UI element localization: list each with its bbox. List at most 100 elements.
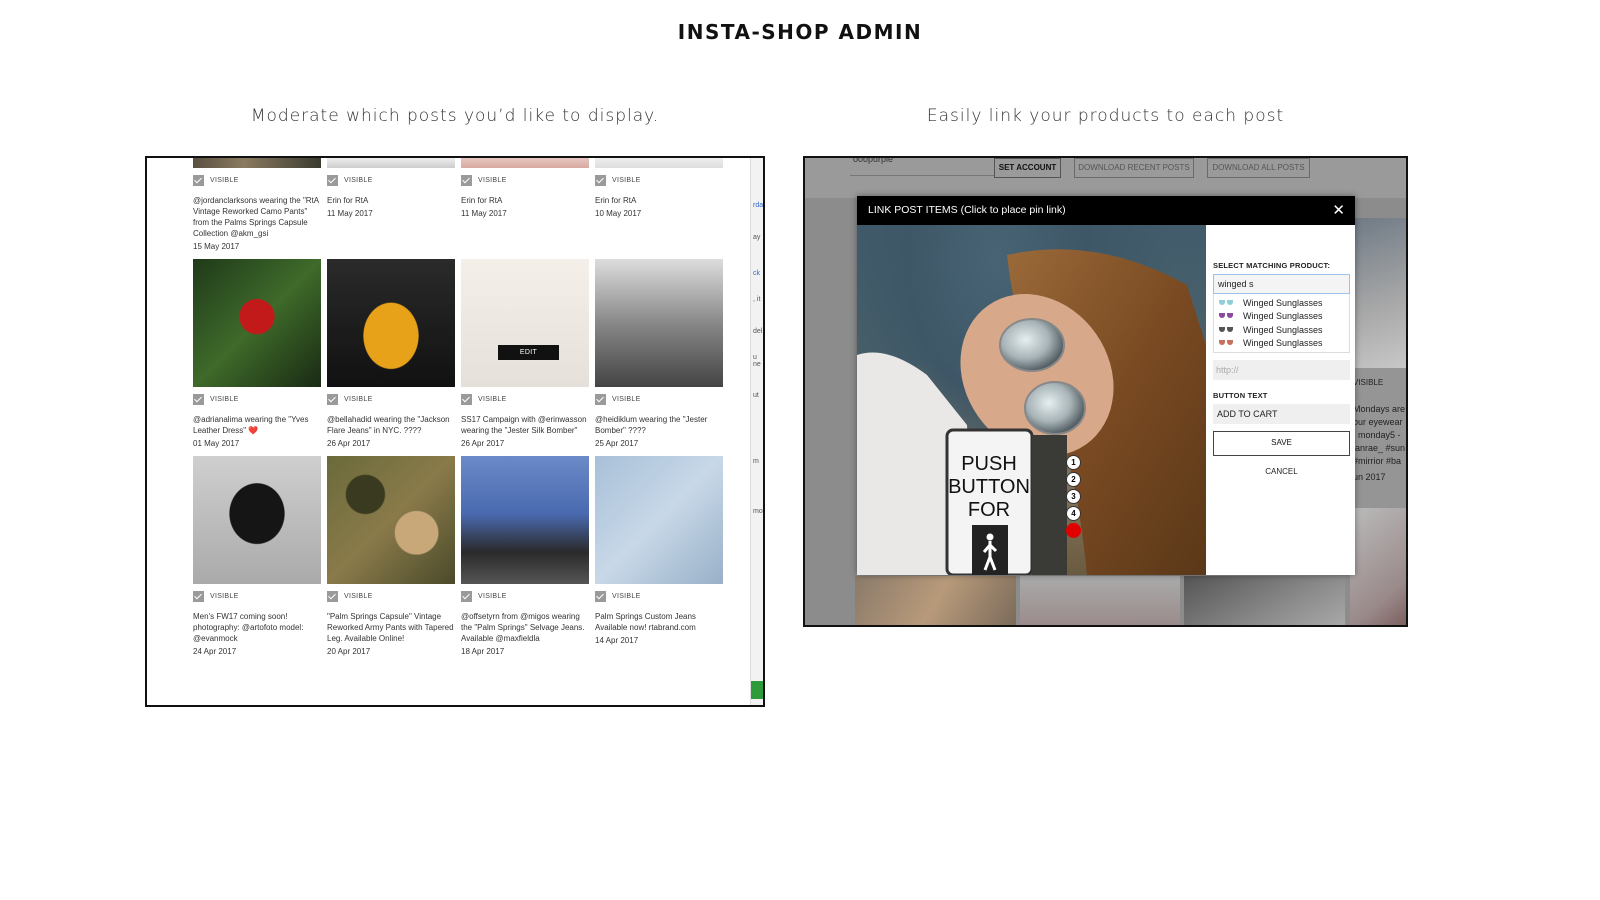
visible-checkbox[interactable] xyxy=(327,393,338,405)
background-post-image xyxy=(1184,576,1346,625)
background-post-column: VISIBLE Mondays are our eyewear : monday… xyxy=(1350,218,1406,625)
post-caption: Palm Springs Custom Jeans Available now!… xyxy=(595,612,696,632)
pin-marker[interactable]: 4 xyxy=(1066,506,1081,521)
sunglasses-icon xyxy=(1219,340,1235,346)
post-thumbnail[interactable] xyxy=(193,259,321,387)
visible-toggle[interactable]: VISIBLE xyxy=(327,393,455,405)
post-thumbnail[interactable] xyxy=(193,456,321,584)
post-caption: SS17 Campaign with @erinwasson wearing t… xyxy=(461,415,587,435)
set-account-button[interactable]: SET ACCOUNT xyxy=(994,158,1061,178)
edit-button[interactable]: EDIT xyxy=(498,345,559,360)
post-card: VISIBLE @heidiklum wearing the "Jester Bo… xyxy=(595,259,723,448)
post-thumbnail[interactable] xyxy=(461,456,589,584)
visible-toggle[interactable]: VISIBLE xyxy=(595,174,723,186)
post-date: 15 May 2017 xyxy=(193,242,240,251)
product-link-form: SELECT MATCHING PRODUCT: winged s Winged… xyxy=(1206,225,1355,575)
post-card: VISIBLE Men's FW17 coming soon! photograp… xyxy=(193,456,321,656)
product-result-item[interactable]: Winged Sunglasses xyxy=(1214,323,1349,337)
post-card: VISIBLE @offsetyrn from @migos wearing th… xyxy=(461,456,589,656)
background-post-text: ianrae_ #sun xyxy=(1353,443,1406,453)
post-thumbnail[interactable] xyxy=(595,456,723,584)
visible-checkbox[interactable] xyxy=(193,590,204,602)
post-thumbnail[interactable] xyxy=(327,259,455,387)
visible-toggle[interactable]: VISIBLE xyxy=(193,174,321,186)
visible-checkbox[interactable] xyxy=(461,393,472,405)
green-indicator xyxy=(751,681,763,699)
post-thumbnail[interactable] xyxy=(327,456,455,584)
post-card: VISIBLE @jordanclarksons wearing the "RtA… xyxy=(193,158,321,251)
post-thumbnail[interactable] xyxy=(595,158,723,168)
visible-checkbox[interactable] xyxy=(461,590,472,602)
product-result-item[interactable]: Winged Sunglasses xyxy=(1214,337,1349,351)
side-scroll-strip[interactable]: rda ay ck , it del u ne ut m mo xyxy=(750,158,763,705)
post-date: 26 Apr 2017 xyxy=(461,439,505,448)
pin-marker[interactable]: 2 xyxy=(1066,472,1081,487)
post-thumbnail[interactable] xyxy=(461,158,589,168)
visible-toggle[interactable]: VISIBLE xyxy=(461,393,589,405)
background-post-text: #mirrior #ba xyxy=(1353,456,1402,466)
button-text-input[interactable]: ADD TO CART xyxy=(1213,404,1350,424)
post-date: 26 Apr 2017 xyxy=(327,439,371,448)
visible-checkbox[interactable] xyxy=(193,174,204,186)
moderation-screenshot: VISIBLE @jordanclarksons wearing the "RtA… xyxy=(145,156,765,707)
post-date: 25 Apr 2017 xyxy=(595,439,639,448)
post-date: 11 May 2017 xyxy=(461,209,507,218)
cancel-button[interactable]: CANCEL xyxy=(1213,467,1350,476)
post-image-pin-area[interactable]: PUSH BUTTON FOR 1 2 3 4 xyxy=(857,225,1206,575)
post-date: 10 May 2017 xyxy=(595,209,642,218)
post-thumbnail[interactable]: EDIT xyxy=(461,259,589,387)
visible-label: VISIBLE xyxy=(612,592,641,600)
visible-label: VISIBLE xyxy=(612,395,641,403)
save-button[interactable]: SAVE xyxy=(1213,431,1350,456)
pin-marker[interactable]: 3 xyxy=(1066,489,1081,504)
post-thumbnail[interactable] xyxy=(327,158,455,168)
visible-toggle[interactable]: VISIBLE xyxy=(193,393,321,405)
background-post-image xyxy=(1019,576,1181,625)
photo-sunglasses-lens xyxy=(1024,381,1086,435)
background-post-image xyxy=(1350,218,1406,368)
visible-label: VISIBLE xyxy=(478,395,507,403)
visible-checkbox[interactable] xyxy=(595,174,606,186)
product-result-item[interactable]: Winged Sunglasses xyxy=(1214,296,1349,310)
photo-sign-text: BUTTON xyxy=(948,476,1030,498)
post-thumbnail[interactable] xyxy=(193,158,321,168)
visible-checkbox[interactable] xyxy=(595,590,606,602)
pin-marker[interactable]: 1 xyxy=(1066,455,1081,470)
account-field-underline xyxy=(850,175,1000,176)
download-recent-posts-button[interactable]: DOWNLOAD RECENT POSTS xyxy=(1074,158,1194,178)
post-card: VISIBLE Erin for RtA 11 May 2017 xyxy=(327,158,455,218)
background-post-image xyxy=(855,576,1016,625)
product-result-label: Winged Sunglasses xyxy=(1243,311,1323,322)
visible-toggle[interactable]: VISIBLE xyxy=(327,174,455,186)
visible-checkbox[interactable] xyxy=(461,174,472,186)
post-date: 18 Apr 2017 xyxy=(461,647,505,656)
post-date: 11 May 2017 xyxy=(327,209,373,218)
visible-checkbox[interactable] xyxy=(327,590,338,602)
visible-checkbox[interactable] xyxy=(595,393,606,405)
visible-label: VISIBLE xyxy=(344,592,373,600)
visible-checkbox[interactable] xyxy=(327,174,338,186)
photo-sign-text: FOR xyxy=(968,499,1010,521)
visible-toggle[interactable]: VISIBLE xyxy=(595,393,723,405)
visible-label: VISIBLE xyxy=(344,395,373,403)
close-icon[interactable]: ✕ xyxy=(1332,196,1345,225)
visible-toggle[interactable]: VISIBLE xyxy=(461,174,589,186)
post-thumbnail[interactable] xyxy=(595,259,723,387)
visible-checkbox[interactable] xyxy=(193,393,204,405)
product-result-item[interactable]: Winged Sunglasses xyxy=(1214,310,1349,324)
post-caption: Erin for RtA xyxy=(461,196,503,205)
active-pin-marker[interactable] xyxy=(1066,523,1081,538)
account-field[interactable]: ooopurple xyxy=(853,158,893,164)
visible-toggle[interactable]: VISIBLE xyxy=(595,590,723,602)
visible-toggle[interactable]: VISIBLE xyxy=(461,590,589,602)
url-input[interactable]: http:// xyxy=(1213,360,1350,380)
post-caption: @offsetyrn from @migos wearing the "Palm… xyxy=(461,612,585,643)
sunglasses-icon xyxy=(1219,299,1235,306)
visible-toggle[interactable]: VISIBLE xyxy=(327,590,455,602)
download-all-posts-button[interactable]: DOWNLOAD ALL POSTS xyxy=(1207,158,1310,178)
select-product-label: SELECT MATCHING PRODUCT: xyxy=(1213,261,1331,270)
modal-title: LINK POST ITEMS (Click to place pin link… xyxy=(868,204,1066,216)
visible-label: VISIBLE xyxy=(478,592,507,600)
visible-toggle[interactable]: VISIBLE xyxy=(193,590,321,602)
product-search-input[interactable]: winged s xyxy=(1213,274,1350,294)
